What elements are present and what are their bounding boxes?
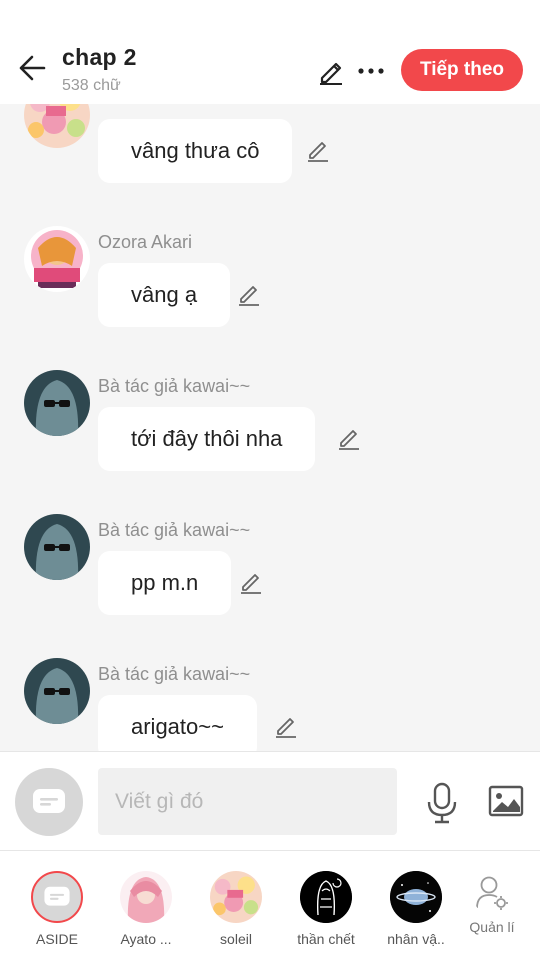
select-character-button[interactable] bbox=[15, 768, 83, 836]
than-chet-avatar bbox=[300, 871, 352, 923]
character-item-nhan-vat[interactable]: nhân vậ.. bbox=[376, 871, 456, 947]
sender-name: Bà tác giả kawai~~ bbox=[98, 520, 251, 540]
next-chapter-button[interactable]: Tiếp theo bbox=[401, 49, 523, 91]
sender-name: Ozora Akari bbox=[98, 232, 193, 252]
character-item-ayato[interactable]: Ayato ... bbox=[106, 871, 186, 947]
message-bubble[interactable]: vâng thưa cô bbox=[98, 119, 293, 183]
message-bubble[interactable]: tới đây thôi nha bbox=[98, 407, 316, 471]
aside-chat-icon bbox=[33, 789, 65, 813]
character-item-manage[interactable]: Quản lí bbox=[452, 871, 532, 935]
character-label: Quản lí bbox=[469, 919, 515, 935]
soleil-avatar[interactable] bbox=[24, 104, 90, 148]
pencil-icon bbox=[320, 62, 342, 85]
voice-input-button[interactable] bbox=[424, 780, 460, 826]
aside-avatar bbox=[31, 871, 83, 923]
message-bubble[interactable]: pp m.n bbox=[98, 551, 232, 615]
character-bar: ASIDE Ayato ... soleil thần chết nhân vậ… bbox=[0, 852, 540, 960]
chat-area[interactable]: soleil vâng thưa cô Ozora Akari vâng ạ bbox=[0, 104, 540, 751]
edit-message-button[interactable] bbox=[303, 135, 333, 165]
more-options-button[interactable] bbox=[356, 54, 386, 88]
character-label: thần chết bbox=[297, 931, 355, 947]
pencil-icon bbox=[239, 286, 259, 306]
pencil-icon bbox=[339, 430, 359, 450]
sender-name: Bà tác giả kawai~~ bbox=[98, 376, 251, 396]
back-button[interactable] bbox=[14, 50, 50, 86]
character-label: Ayato ... bbox=[120, 931, 172, 947]
author-avatar[interactable] bbox=[24, 514, 90, 580]
soleil-avatar bbox=[210, 871, 262, 923]
message-bubble[interactable]: arigato~~ bbox=[98, 695, 257, 751]
author-avatar[interactable] bbox=[24, 370, 90, 436]
character-item-soleil[interactable]: soleil bbox=[196, 871, 276, 947]
message-input[interactable] bbox=[98, 768, 397, 835]
ozora-akari-avatar[interactable] bbox=[24, 226, 90, 292]
more-dots-icon bbox=[358, 68, 384, 74]
word-count: 538 chữ bbox=[62, 77, 121, 94]
nhan-vat-avatar bbox=[390, 871, 442, 923]
pencil-icon bbox=[241, 574, 261, 594]
edit-chapter-button[interactable] bbox=[314, 54, 348, 88]
attach-image-button[interactable] bbox=[487, 783, 525, 819]
pencil-icon bbox=[276, 718, 296, 738]
message-bubble[interactable]: vâng ạ bbox=[98, 263, 231, 327]
manage-user-icon bbox=[472, 871, 512, 915]
character-item-aside[interactable]: ASIDE bbox=[17, 871, 97, 947]
edit-message-button[interactable] bbox=[236, 567, 266, 597]
character-label: nhân vậ.. bbox=[387, 931, 445, 947]
message-composer bbox=[0, 751, 540, 851]
aside-chat-icon bbox=[44, 886, 70, 906]
edit-message-button[interactable] bbox=[271, 711, 301, 741]
ayato-avatar bbox=[120, 871, 172, 923]
edit-message-button[interactable] bbox=[334, 423, 364, 453]
top-bar: chap 2 538 chữ Tiếp theo bbox=[0, 0, 540, 104]
chapter-title: chap 2 bbox=[62, 44, 137, 70]
back-arrow-icon bbox=[19, 55, 46, 81]
sender-name: Bà tác giả kawai~~ bbox=[98, 664, 251, 684]
microphone-icon bbox=[427, 782, 457, 824]
character-label: ASIDE bbox=[35, 931, 78, 947]
pencil-icon bbox=[308, 142, 328, 162]
image-icon bbox=[488, 785, 524, 817]
character-label: soleil bbox=[220, 931, 252, 947]
edit-message-button[interactable] bbox=[234, 279, 264, 309]
author-avatar[interactable] bbox=[24, 658, 90, 724]
character-item-than-chet[interactable]: thần chết bbox=[286, 871, 366, 947]
